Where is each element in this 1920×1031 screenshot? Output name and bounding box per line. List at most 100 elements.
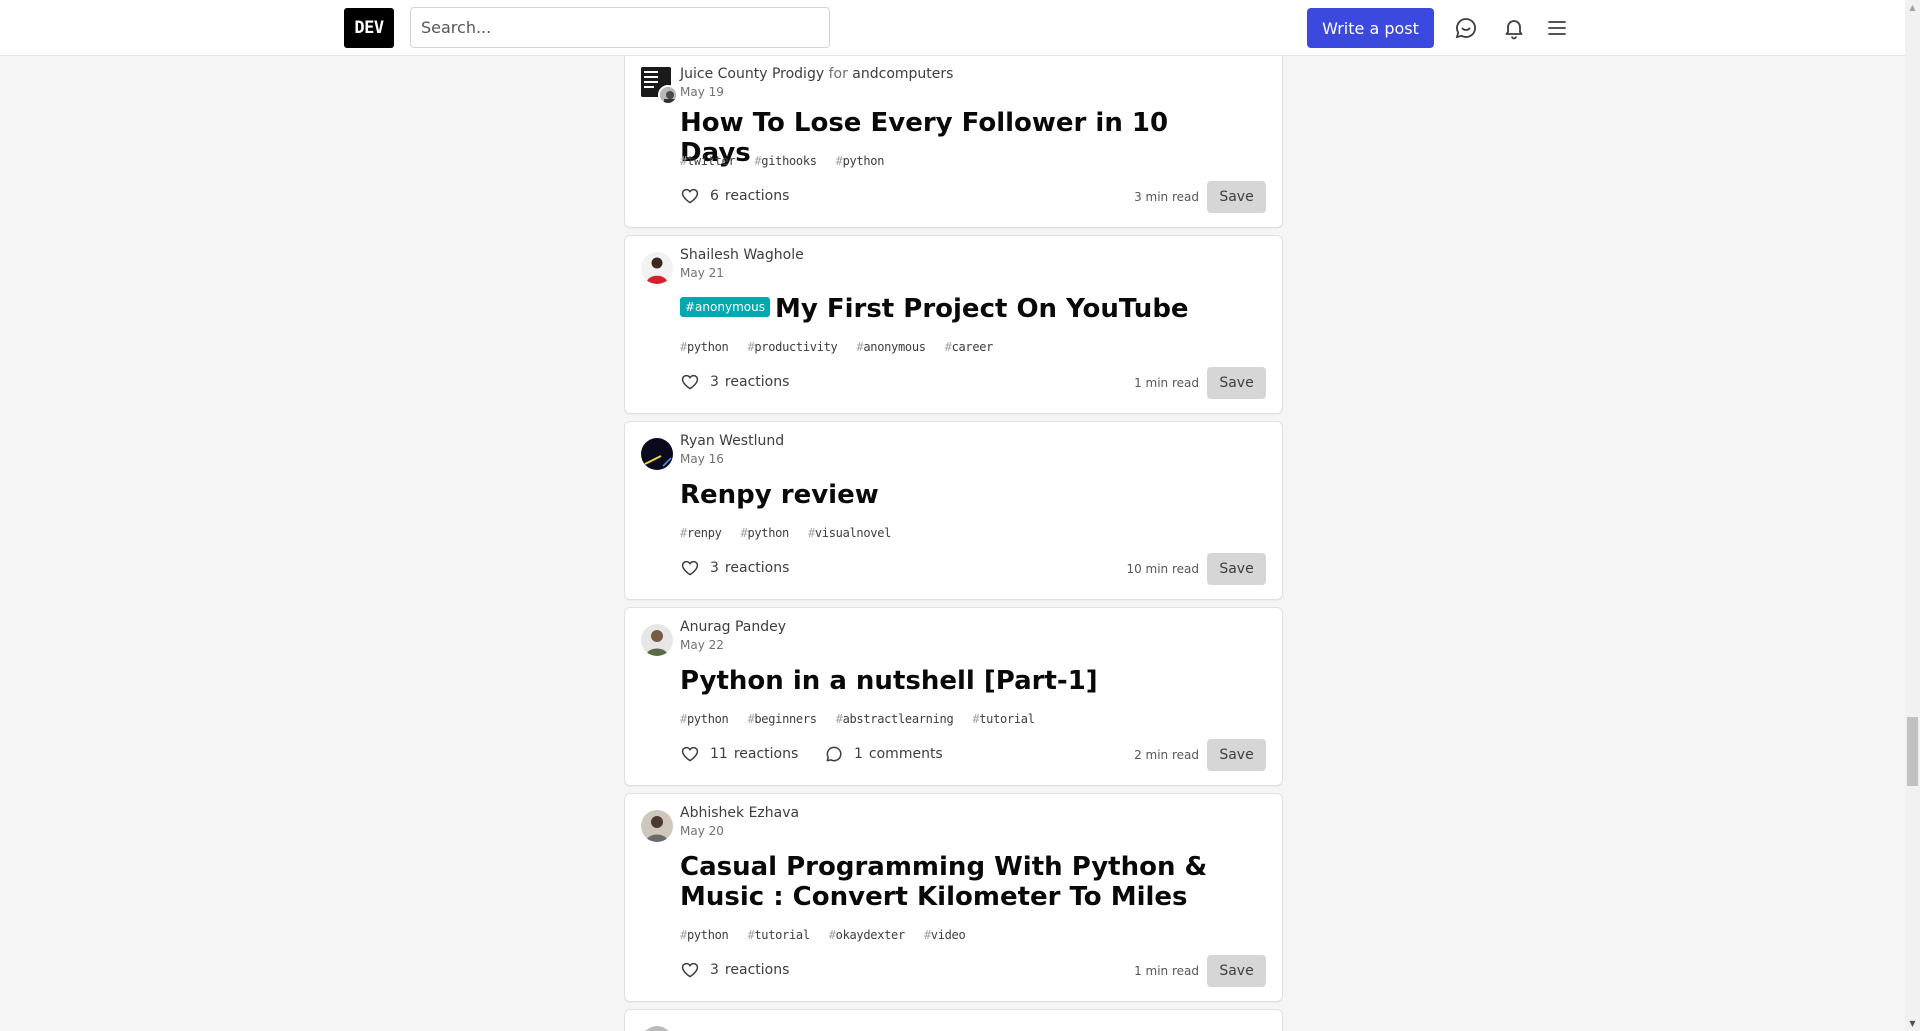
post-title[interactable]: Casual Programming With Python & Music :… xyxy=(680,852,1240,912)
heart-icon xyxy=(681,374,699,390)
post-date[interactable]: May 20 xyxy=(680,824,724,838)
tag-list: #twitter #githooks #python xyxy=(680,154,896,168)
heart-icon xyxy=(681,746,699,762)
user-avatar[interactable] xyxy=(641,810,673,842)
tag-link[interactable]: #tutorial xyxy=(747,928,810,942)
tag-link[interactable]: #python xyxy=(836,154,885,168)
tag-link[interactable]: #python xyxy=(680,928,729,942)
scroll-down-arrow-icon[interactable]: ▼ xyxy=(1905,1016,1920,1031)
heart-icon xyxy=(681,962,699,978)
search-input[interactable] xyxy=(410,7,830,48)
reactions-label: reactions xyxy=(733,746,799,762)
tag-text: python xyxy=(686,340,729,354)
post-title-text[interactable]: My First Project On YouTube xyxy=(775,294,1189,324)
tag-text: video xyxy=(930,928,966,942)
reactions-count: 11 xyxy=(710,746,728,762)
tag-link[interactable]: #tutorial xyxy=(972,712,1035,726)
reactions-link[interactable]: 11 reactions xyxy=(680,744,798,764)
read-time: 3 min read xyxy=(1134,190,1199,204)
scrollbar-thumb[interactable] xyxy=(1907,717,1918,786)
page-scrollbar[interactable]: ▲ ▼ xyxy=(1905,0,1920,1031)
comment-icon xyxy=(826,746,842,762)
tag-link[interactable]: #githooks xyxy=(754,154,817,168)
read-time: 1 min read xyxy=(1134,376,1199,390)
flare-tag[interactable]: #anonymous xyxy=(680,296,770,317)
save-button[interactable]: Save xyxy=(1207,955,1266,987)
reactions-label: reactions xyxy=(724,560,790,576)
user-avatar[interactable] xyxy=(658,85,678,105)
post-date[interactable]: May 21 xyxy=(680,266,724,280)
author-name[interactable]: Ryan Westlund xyxy=(680,433,784,449)
heart-icon xyxy=(681,188,699,204)
post-title[interactable]: Renpy review xyxy=(680,480,1240,510)
dev-logo[interactable]: DEV xyxy=(344,8,394,48)
tag-link[interactable]: #visualnovel xyxy=(808,526,891,540)
user-avatar[interactable] xyxy=(641,438,673,470)
reactions-count: 3 xyxy=(710,374,719,390)
reactions-link[interactable]: 3 reactions xyxy=(680,372,789,392)
write-post-button[interactable]: Write a post xyxy=(1307,8,1434,48)
tag-link[interactable]: #anonymous xyxy=(856,340,926,354)
comments-label: comments xyxy=(868,746,943,762)
post-date[interactable]: May 16 xyxy=(680,452,724,466)
tag-link[interactable]: #twitter xyxy=(680,154,736,168)
tag-list: #renpy #python #visualnovel xyxy=(680,526,903,540)
author-name[interactable]: Juice County Prodigy xyxy=(680,66,824,82)
author-name[interactable]: Abhishek Ezhava xyxy=(680,805,799,821)
reactions-label: reactions xyxy=(724,188,790,204)
post-card[interactable]: Abhishek Ezhava May 20 Casual Programmin… xyxy=(624,793,1283,1002)
tag-link[interactable]: #python xyxy=(741,526,790,540)
tag-link[interactable]: #renpy xyxy=(680,526,722,540)
scroll-up-arrow-icon[interactable]: ▲ xyxy=(1905,0,1920,15)
post-card[interactable] xyxy=(624,1009,1283,1031)
tag-link[interactable]: #productivity xyxy=(747,340,837,354)
tag-link[interactable]: #python xyxy=(680,712,729,726)
tag-link[interactable]: #python xyxy=(680,340,729,354)
author-name[interactable]: Shailesh Waghole xyxy=(680,247,804,263)
comments-link[interactable]: 1 comments xyxy=(824,744,943,764)
tag-text: career xyxy=(951,340,994,354)
tag-text: githooks xyxy=(761,154,817,168)
save-button[interactable]: Save xyxy=(1207,553,1266,585)
tag-link[interactable]: #video xyxy=(924,928,966,942)
save-button[interactable]: Save xyxy=(1207,181,1266,213)
tag-list: #python #beginners #abstractlearning #tu… xyxy=(680,712,1047,726)
heart-icon xyxy=(681,560,699,576)
save-button[interactable]: Save xyxy=(1207,367,1266,399)
post-title-text[interactable]: Python in a nutshell [Part-1] xyxy=(680,666,1098,696)
hamburger-menu-icon[interactable] xyxy=(1543,14,1571,42)
user-avatar[interactable] xyxy=(641,252,673,284)
reactions-label: reactions xyxy=(724,374,790,390)
reactions-link[interactable]: 3 reactions xyxy=(680,558,789,578)
reactions-link[interactable]: 3 reactions xyxy=(680,960,789,980)
tag-text: visualnovel xyxy=(814,526,892,540)
reactions-count: 3 xyxy=(710,962,719,978)
post-card[interactable]: Shailesh Waghole May 21 #anonymous My Fir… xyxy=(624,235,1283,414)
read-time: 2 min read xyxy=(1134,748,1199,762)
tag-list: #python #tutorial #okaydexter #video xyxy=(680,928,977,942)
tag-link[interactable]: #career xyxy=(945,340,994,354)
org-name[interactable]: andcomputers xyxy=(852,66,953,82)
post-title-text[interactable]: Casual Programming With Python & Music :… xyxy=(680,852,1207,912)
tag-link[interactable]: #okaydexter xyxy=(829,928,905,942)
user-avatar[interactable] xyxy=(641,1026,673,1031)
post-date[interactable]: May 19 xyxy=(680,85,724,99)
user-avatar[interactable] xyxy=(641,624,673,656)
tag-text: abstractlearning xyxy=(842,712,954,726)
save-button[interactable]: Save xyxy=(1207,739,1266,771)
post-title[interactable]: #anonymous My First Project On YouTube xyxy=(680,294,1240,324)
tag-link[interactable]: #beginners xyxy=(747,712,817,726)
reactions-link[interactable]: 6 reactions xyxy=(680,186,789,206)
post-title[interactable]: Python in a nutshell [Part-1] xyxy=(680,666,1240,696)
post-date[interactable]: May 22 xyxy=(680,638,724,652)
tag-link[interactable]: #abstractlearning xyxy=(836,712,954,726)
read-time: 1 min read xyxy=(1134,964,1199,978)
chat-bubble-icon[interactable] xyxy=(1452,14,1480,42)
post-title-text[interactable]: Renpy review xyxy=(680,480,879,510)
bell-icon[interactable] xyxy=(1500,14,1528,42)
tag-text: python xyxy=(686,928,729,942)
post-card[interactable]: Anurag Pandey May 22 Python in a nutshel… xyxy=(624,607,1283,786)
post-card[interactable]: Juice County Prodigy for andcomputers Ma… xyxy=(624,40,1283,228)
post-card[interactable]: Ryan Westlund May 16 Renpy review #renpy… xyxy=(624,421,1283,600)
author-name[interactable]: Anurag Pandey xyxy=(680,619,786,635)
